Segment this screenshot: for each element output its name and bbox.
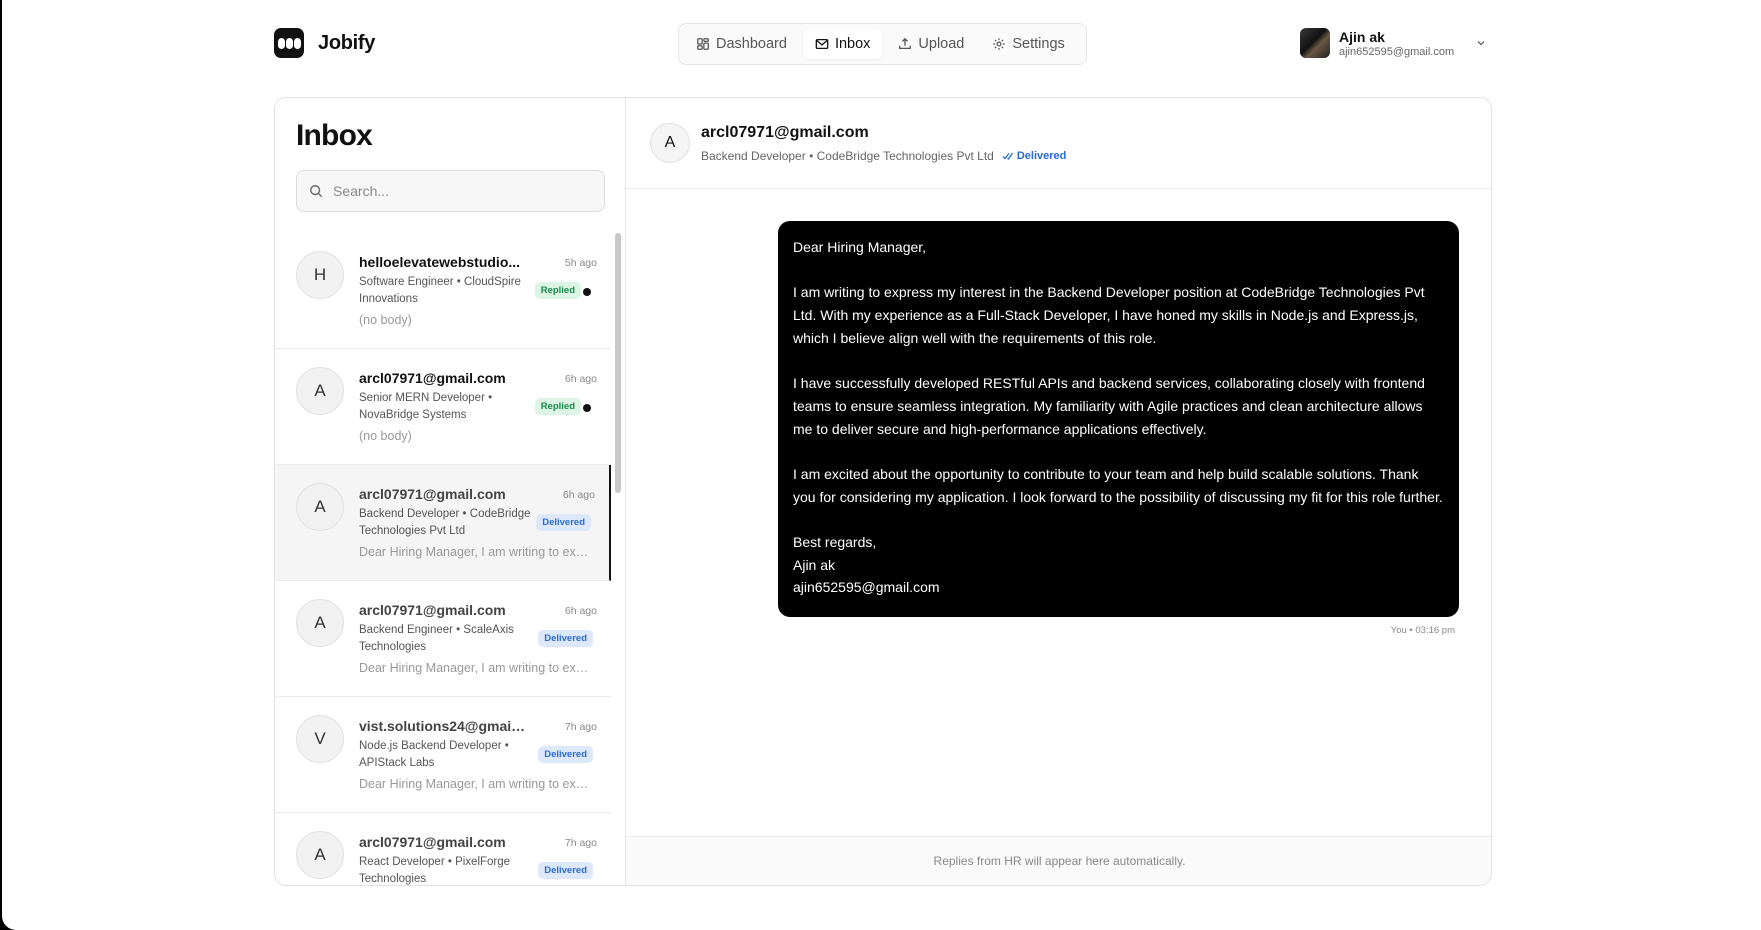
logo-mark-icon xyxy=(274,28,304,58)
message-meta: You • 03:16 pm xyxy=(1390,625,1455,636)
job-subject: Backend Engineer • ScaleAxis Technologie… xyxy=(359,624,514,653)
sender-email: arcl07971@gmail.com xyxy=(359,486,506,502)
timestamp: 6h ago xyxy=(564,605,597,617)
message-preview: Dear Hiring Manager, I am writing to exp… xyxy=(359,661,594,675)
thread-header: A arcl07971@gmail.com Backend Developer … xyxy=(626,98,1491,189)
status-badge: Delivered xyxy=(538,630,593,647)
status-badge: Delivered xyxy=(538,746,593,763)
timestamp: 7h ago xyxy=(564,837,597,849)
upload-icon xyxy=(899,37,912,50)
sender-email: helloelevatewebstudio... xyxy=(359,254,521,270)
search-icon xyxy=(310,185,323,198)
page-title: Inbox xyxy=(296,119,373,152)
sender-avatar: A xyxy=(296,483,344,531)
app-window: Jobify Dashboard Inbox Upload Settings A… xyxy=(2,0,1761,930)
delivery-status-label: Delivered xyxy=(1016,150,1067,162)
status-badge: Replied xyxy=(534,398,581,415)
scroll-thumb[interactable] xyxy=(615,233,621,493)
list-item[interactable]: H helloelevatewebstudio... 5h ago Softwa… xyxy=(275,233,611,349)
unread-dot-icon xyxy=(583,288,591,296)
thread-subtitle: Backend Developer • CodeBridge Technolog… xyxy=(701,149,994,163)
timestamp: 7h ago xyxy=(564,721,597,733)
nav-settings[interactable]: Settings xyxy=(980,29,1076,59)
nav-upload-label: Upload xyxy=(918,36,965,52)
job-subject: Backend Developer • CodeBridge Technolog… xyxy=(359,508,531,537)
nav-dashboard-label: Dashboard xyxy=(716,36,787,52)
sender-email: arcl07971@gmail.com xyxy=(359,602,506,618)
search-input[interactable] xyxy=(333,183,583,199)
search-box[interactable] xyxy=(296,170,605,212)
sender-avatar: A xyxy=(296,599,344,647)
thread-panel: A arcl07971@gmail.com Backend Developer … xyxy=(626,98,1491,885)
job-subject: Software Engineer • CloudSpire Innovatio… xyxy=(359,276,521,305)
thread-sender: arcl07971@gmail.com xyxy=(701,124,869,141)
gear-icon xyxy=(993,38,1006,50)
app-name: Jobify xyxy=(318,31,376,54)
unread-dot-icon xyxy=(583,404,591,412)
user-info: Ajin ak ajin652595@gmail.com xyxy=(1339,29,1454,58)
sender-avatar: H xyxy=(296,251,344,299)
inbox-card: Inbox H helloelevatewebstudio... 5h ago … xyxy=(274,97,1492,886)
list-item[interactable]: V vist.solutions24@gmail.com 7h ago Node… xyxy=(275,697,611,813)
message-list: H helloelevatewebstudio... 5h ago Softwa… xyxy=(275,233,611,885)
message-preview: Dear Hiring Manager, I am writing to exp… xyxy=(359,545,594,559)
list-item-selected[interactable]: A arcl07971@gmail.com 6h ago Backend Dev… xyxy=(275,465,611,581)
sender-avatar: A xyxy=(296,831,344,879)
top-nav: Dashboard Inbox Upload Settings xyxy=(678,23,1087,65)
nav-inbox[interactable]: Inbox xyxy=(802,29,883,59)
delivery-status: Delivered xyxy=(1002,150,1067,162)
thread-avatar: A xyxy=(650,123,690,163)
timestamp: 6h ago xyxy=(562,489,595,501)
logo[interactable]: Jobify xyxy=(274,28,375,58)
thread-footer: Replies from HR will appear here automat… xyxy=(626,836,1491,885)
message-preview: (no body) xyxy=(359,429,412,443)
mail-icon xyxy=(815,38,829,50)
signature-name: Ajin ak xyxy=(793,556,836,573)
signature-email: ajin652595@gmail.com xyxy=(793,579,940,596)
message-paragraph: I have successfully developed RESTful AP… xyxy=(793,375,1425,437)
job-subject: React Developer • PixelForge Technologie… xyxy=(359,856,511,885)
message-signoff: Best regards, xyxy=(793,534,877,551)
sender-email: arcl07971@gmail.com xyxy=(359,370,506,386)
status-badge: Delivered xyxy=(538,862,593,879)
list-item[interactable]: A arcl07971@gmail.com 6h ago Backend Eng… xyxy=(275,581,611,697)
list-scrollbar[interactable] xyxy=(613,233,623,885)
sender-email: arcl07971@gmail.com xyxy=(359,834,506,850)
message-paragraph: I am excited about the opportunity to co… xyxy=(793,465,1443,505)
message-preview: (no body) xyxy=(359,313,412,327)
list-item[interactable]: A arcl07971@gmail.com 7h ago React Devel… xyxy=(275,813,611,885)
sender-avatar: A xyxy=(296,367,344,415)
message-bubble: Dear Hiring Manager, I am writing to exp… xyxy=(778,221,1459,617)
nav-inbox-label: Inbox xyxy=(834,36,871,52)
user-name: Ajin ak xyxy=(1339,28,1385,45)
status-badge: Replied xyxy=(534,282,581,299)
timestamp: 6h ago xyxy=(564,373,597,385)
message-paragraph: I am writing to express my interest in t… xyxy=(793,284,1425,346)
list-item[interactable]: A arcl07971@gmail.com 6h ago Senior MERN… xyxy=(275,349,611,465)
user-menu[interactable]: Ajin ak ajin652595@gmail.com xyxy=(1300,28,1487,58)
chevron-down-icon[interactable] xyxy=(1475,37,1487,49)
message-greeting: Dear Hiring Manager, xyxy=(793,239,927,255)
sender-avatar: V xyxy=(296,715,344,763)
timestamp: 5h ago xyxy=(564,257,597,269)
nav-settings-label: Settings xyxy=(1012,36,1065,52)
status-badge: Delivered xyxy=(536,514,591,531)
avatar xyxy=(1300,28,1330,58)
footer-note: Replies from HR will appear here automat… xyxy=(933,854,1186,868)
inbox-panel: Inbox H helloelevatewebstudio... 5h ago … xyxy=(275,98,626,885)
sender-email: vist.solutions24@gmail.com xyxy=(359,718,529,734)
nav-dashboard[interactable]: Dashboard xyxy=(684,29,799,59)
dashboard-icon xyxy=(697,38,709,50)
double-check-icon xyxy=(1002,152,1013,160)
nav-upload[interactable]: Upload xyxy=(886,29,976,59)
thread-subtitle-row: Backend Developer • CodeBridge Technolog… xyxy=(701,149,1066,163)
job-subject: Senior MERN Developer • NovaBridge Syste… xyxy=(359,392,493,421)
user-email: ajin652595@gmail.com xyxy=(1339,45,1455,58)
message-preview: Dear Hiring Manager, I am writing to exp… xyxy=(359,777,594,791)
job-subject: Node.js Backend Developer • APIStack Lab… xyxy=(359,740,509,769)
